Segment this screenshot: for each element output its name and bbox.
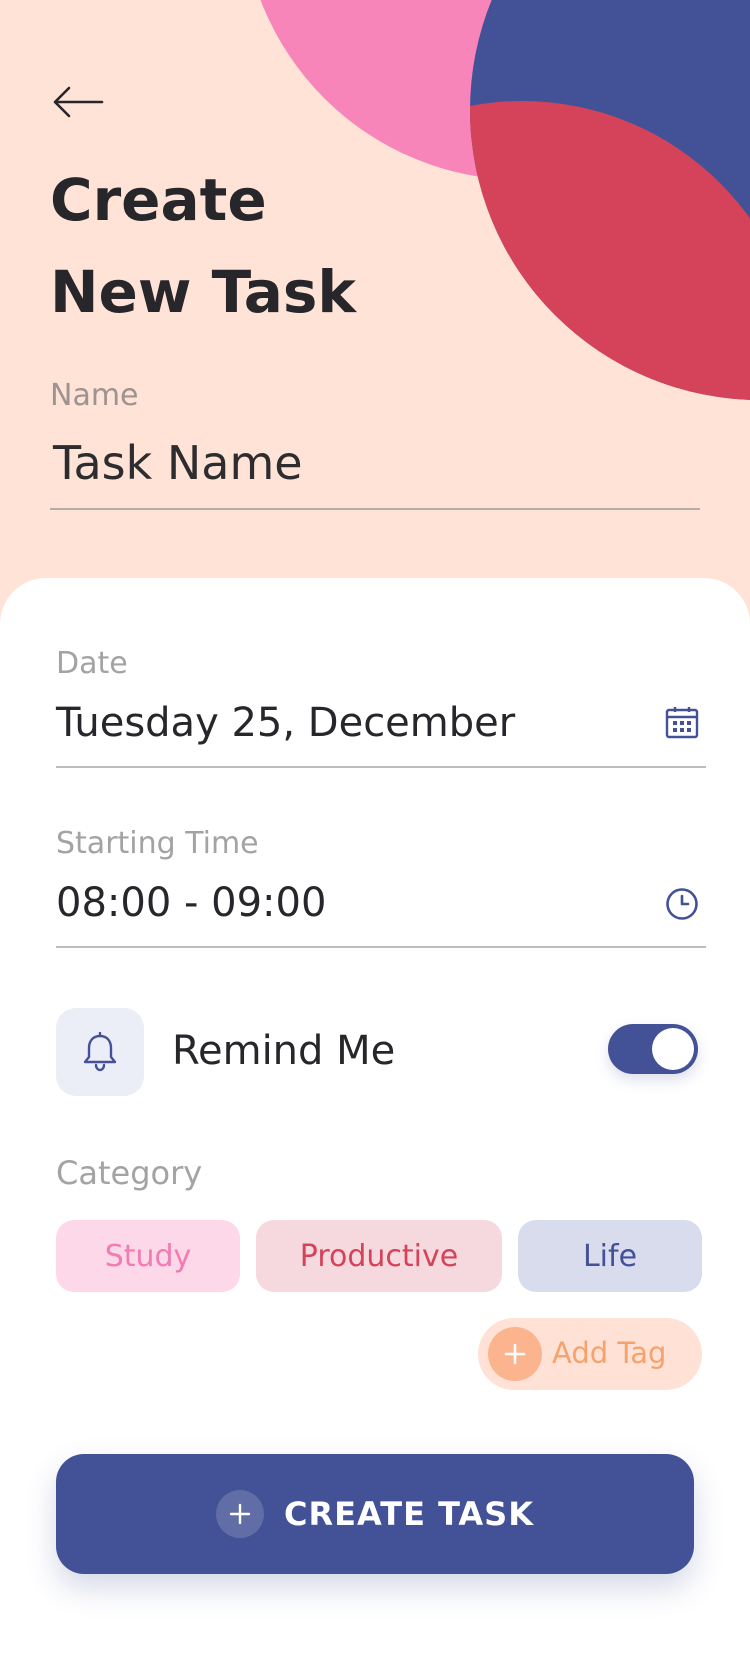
category-chip-life[interactable]: Life (518, 1220, 702, 1292)
task-name-input[interactable]: Task Name (53, 436, 303, 490)
category-chip-study[interactable]: Study (56, 1220, 240, 1292)
plus-icon (488, 1327, 542, 1381)
page-title-line-2: New Task (50, 258, 356, 326)
category-chip-productive[interactable]: Productive (256, 1220, 502, 1292)
page-title: Create New Task (50, 154, 356, 338)
time-underline (56, 946, 706, 948)
add-tag-label: Add Tag (552, 1336, 667, 1370)
remind-me-label: Remind Me (172, 1028, 396, 1074)
bell-icon-container (56, 1008, 144, 1096)
page-title-line-1: Create (50, 166, 267, 234)
time-label: Starting Time (56, 826, 259, 861)
back-button[interactable] (52, 80, 112, 124)
arrow-left-icon (53, 86, 104, 118)
plus-icon (215, 1490, 264, 1538)
calendar-icon[interactable] (664, 704, 700, 740)
clock-icon[interactable] (664, 886, 700, 922)
header-area: Create New Task Name Task Name (0, 0, 750, 640)
remind-me-toggle[interactable] (608, 1024, 698, 1074)
name-label: Name (50, 378, 139, 413)
toggle-knob (652, 1028, 694, 1070)
name-underline (50, 508, 700, 510)
date-input[interactable]: Tuesday 25, December (56, 700, 515, 746)
time-input[interactable]: 08:00 - 09:00 (56, 880, 326, 926)
date-underline (56, 766, 706, 768)
date-label: Date (56, 646, 128, 681)
add-tag-button[interactable]: Add Tag (478, 1318, 702, 1390)
create-task-label: CREATE TASK (283, 1495, 535, 1533)
category-label: Category (56, 1154, 203, 1192)
bell-icon (83, 1032, 117, 1072)
create-task-button[interactable]: CREATE TASK (56, 1454, 694, 1574)
